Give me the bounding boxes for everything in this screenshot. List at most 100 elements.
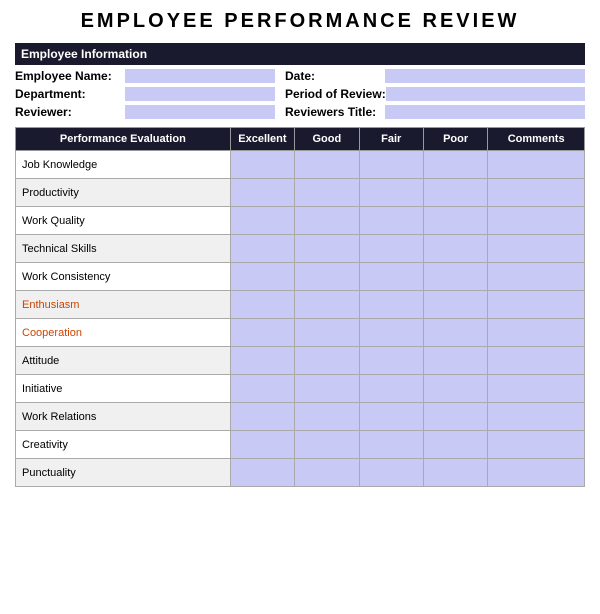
criteria-cell-4: Work Consistency [16, 263, 231, 291]
good-cell-6[interactable] [295, 319, 359, 347]
good-cell-10[interactable] [295, 431, 359, 459]
input-reviewers-title[interactable] [385, 105, 585, 119]
excellent-cell-10[interactable] [230, 431, 294, 459]
col-header-excellent: Excellent [230, 128, 294, 151]
info-row-name: Employee Name: Date: [15, 69, 585, 83]
criteria-cell-9: Work Relations [16, 403, 231, 431]
excellent-cell-0[interactable] [230, 151, 294, 179]
criteria-cell-8: Initiative [16, 375, 231, 403]
col-header-good: Good [295, 128, 359, 151]
criteria-cell-5: Enthusiasm [16, 291, 231, 319]
poor-cell-3[interactable] [423, 235, 487, 263]
input-reviewer[interactable] [125, 105, 275, 119]
excellent-cell-3[interactable] [230, 235, 294, 263]
criteria-cell-2: Work Quality [16, 207, 231, 235]
label-reviewer: Reviewer: [15, 105, 125, 119]
criteria-cell-11: Punctuality [16, 459, 231, 487]
input-date[interactable] [385, 69, 585, 83]
fair-cell-10[interactable] [359, 431, 423, 459]
table-row: Technical Skills [16, 235, 585, 263]
table-row: Work Relations [16, 403, 585, 431]
table-row: Enthusiasm [16, 291, 585, 319]
poor-cell-8[interactable] [423, 375, 487, 403]
fair-cell-4[interactable] [359, 263, 423, 291]
poor-cell-7[interactable] [423, 347, 487, 375]
table-row: Work Quality [16, 207, 585, 235]
comments-cell-3[interactable] [488, 235, 585, 263]
excellent-cell-4[interactable] [230, 263, 294, 291]
fair-cell-5[interactable] [359, 291, 423, 319]
excellent-cell-1[interactable] [230, 179, 294, 207]
comments-cell-6[interactable] [488, 319, 585, 347]
input-department[interactable] [125, 87, 275, 101]
excellent-cell-9[interactable] [230, 403, 294, 431]
table-row: Creativity [16, 431, 585, 459]
col-header-fair: Fair [359, 128, 423, 151]
fair-cell-8[interactable] [359, 375, 423, 403]
good-cell-7[interactable] [295, 347, 359, 375]
label-employee-name: Employee Name: [15, 69, 125, 83]
fair-cell-0[interactable] [359, 151, 423, 179]
fair-cell-9[interactable] [359, 403, 423, 431]
table-row: Job Knowledge [16, 151, 585, 179]
col-header-criteria: Performance Evaluation [16, 128, 231, 151]
label-period: Period of Review: [285, 87, 386, 101]
good-cell-5[interactable] [295, 291, 359, 319]
poor-cell-5[interactable] [423, 291, 487, 319]
fair-cell-6[interactable] [359, 319, 423, 347]
good-cell-3[interactable] [295, 235, 359, 263]
excellent-cell-11[interactable] [230, 459, 294, 487]
info-row-department: Department: Period of Review: [15, 87, 585, 101]
criteria-cell-3: Technical Skills [16, 235, 231, 263]
comments-cell-9[interactable] [488, 403, 585, 431]
excellent-cell-2[interactable] [230, 207, 294, 235]
comments-cell-1[interactable] [488, 179, 585, 207]
good-cell-11[interactable] [295, 459, 359, 487]
good-cell-2[interactable] [295, 207, 359, 235]
comments-cell-8[interactable] [488, 375, 585, 403]
good-cell-9[interactable] [295, 403, 359, 431]
employee-info-header: Employee Information [15, 43, 585, 65]
criteria-cell-6: Cooperation [16, 319, 231, 347]
poor-cell-4[interactable] [423, 263, 487, 291]
employee-info-section: Employee Information Employee Name: Date… [15, 43, 585, 119]
col-header-comments: Comments [488, 128, 585, 151]
comments-cell-4[interactable] [488, 263, 585, 291]
excellent-cell-8[interactable] [230, 375, 294, 403]
comments-cell-5[interactable] [488, 291, 585, 319]
poor-cell-10[interactable] [423, 431, 487, 459]
comments-cell-7[interactable] [488, 347, 585, 375]
input-period[interactable] [386, 87, 585, 101]
label-department: Department: [15, 87, 125, 101]
comments-cell-0[interactable] [488, 151, 585, 179]
criteria-cell-1: Productivity [16, 179, 231, 207]
criteria-cell-10: Creativity [16, 431, 231, 459]
fair-cell-3[interactable] [359, 235, 423, 263]
fair-cell-1[interactable] [359, 179, 423, 207]
poor-cell-0[interactable] [423, 151, 487, 179]
good-cell-0[interactable] [295, 151, 359, 179]
comments-cell-10[interactable] [488, 431, 585, 459]
fair-cell-2[interactable] [359, 207, 423, 235]
poor-cell-1[interactable] [423, 179, 487, 207]
fair-cell-7[interactable] [359, 347, 423, 375]
excellent-cell-6[interactable] [230, 319, 294, 347]
poor-cell-11[interactable] [423, 459, 487, 487]
good-cell-1[interactable] [295, 179, 359, 207]
comments-cell-11[interactable] [488, 459, 585, 487]
label-reviewers-title: Reviewers Title: [285, 105, 385, 119]
good-cell-8[interactable] [295, 375, 359, 403]
poor-cell-6[interactable] [423, 319, 487, 347]
table-row: Productivity [16, 179, 585, 207]
table-row: Attitude [16, 347, 585, 375]
excellent-cell-5[interactable] [230, 291, 294, 319]
good-cell-4[interactable] [295, 263, 359, 291]
poor-cell-9[interactable] [423, 403, 487, 431]
performance-eval-table: Performance Evaluation Excellent Good Fa… [15, 127, 585, 487]
excellent-cell-7[interactable] [230, 347, 294, 375]
table-row: Cooperation [16, 319, 585, 347]
input-employee-name[interactable] [125, 69, 275, 83]
poor-cell-2[interactable] [423, 207, 487, 235]
comments-cell-2[interactable] [488, 207, 585, 235]
fair-cell-11[interactable] [359, 459, 423, 487]
